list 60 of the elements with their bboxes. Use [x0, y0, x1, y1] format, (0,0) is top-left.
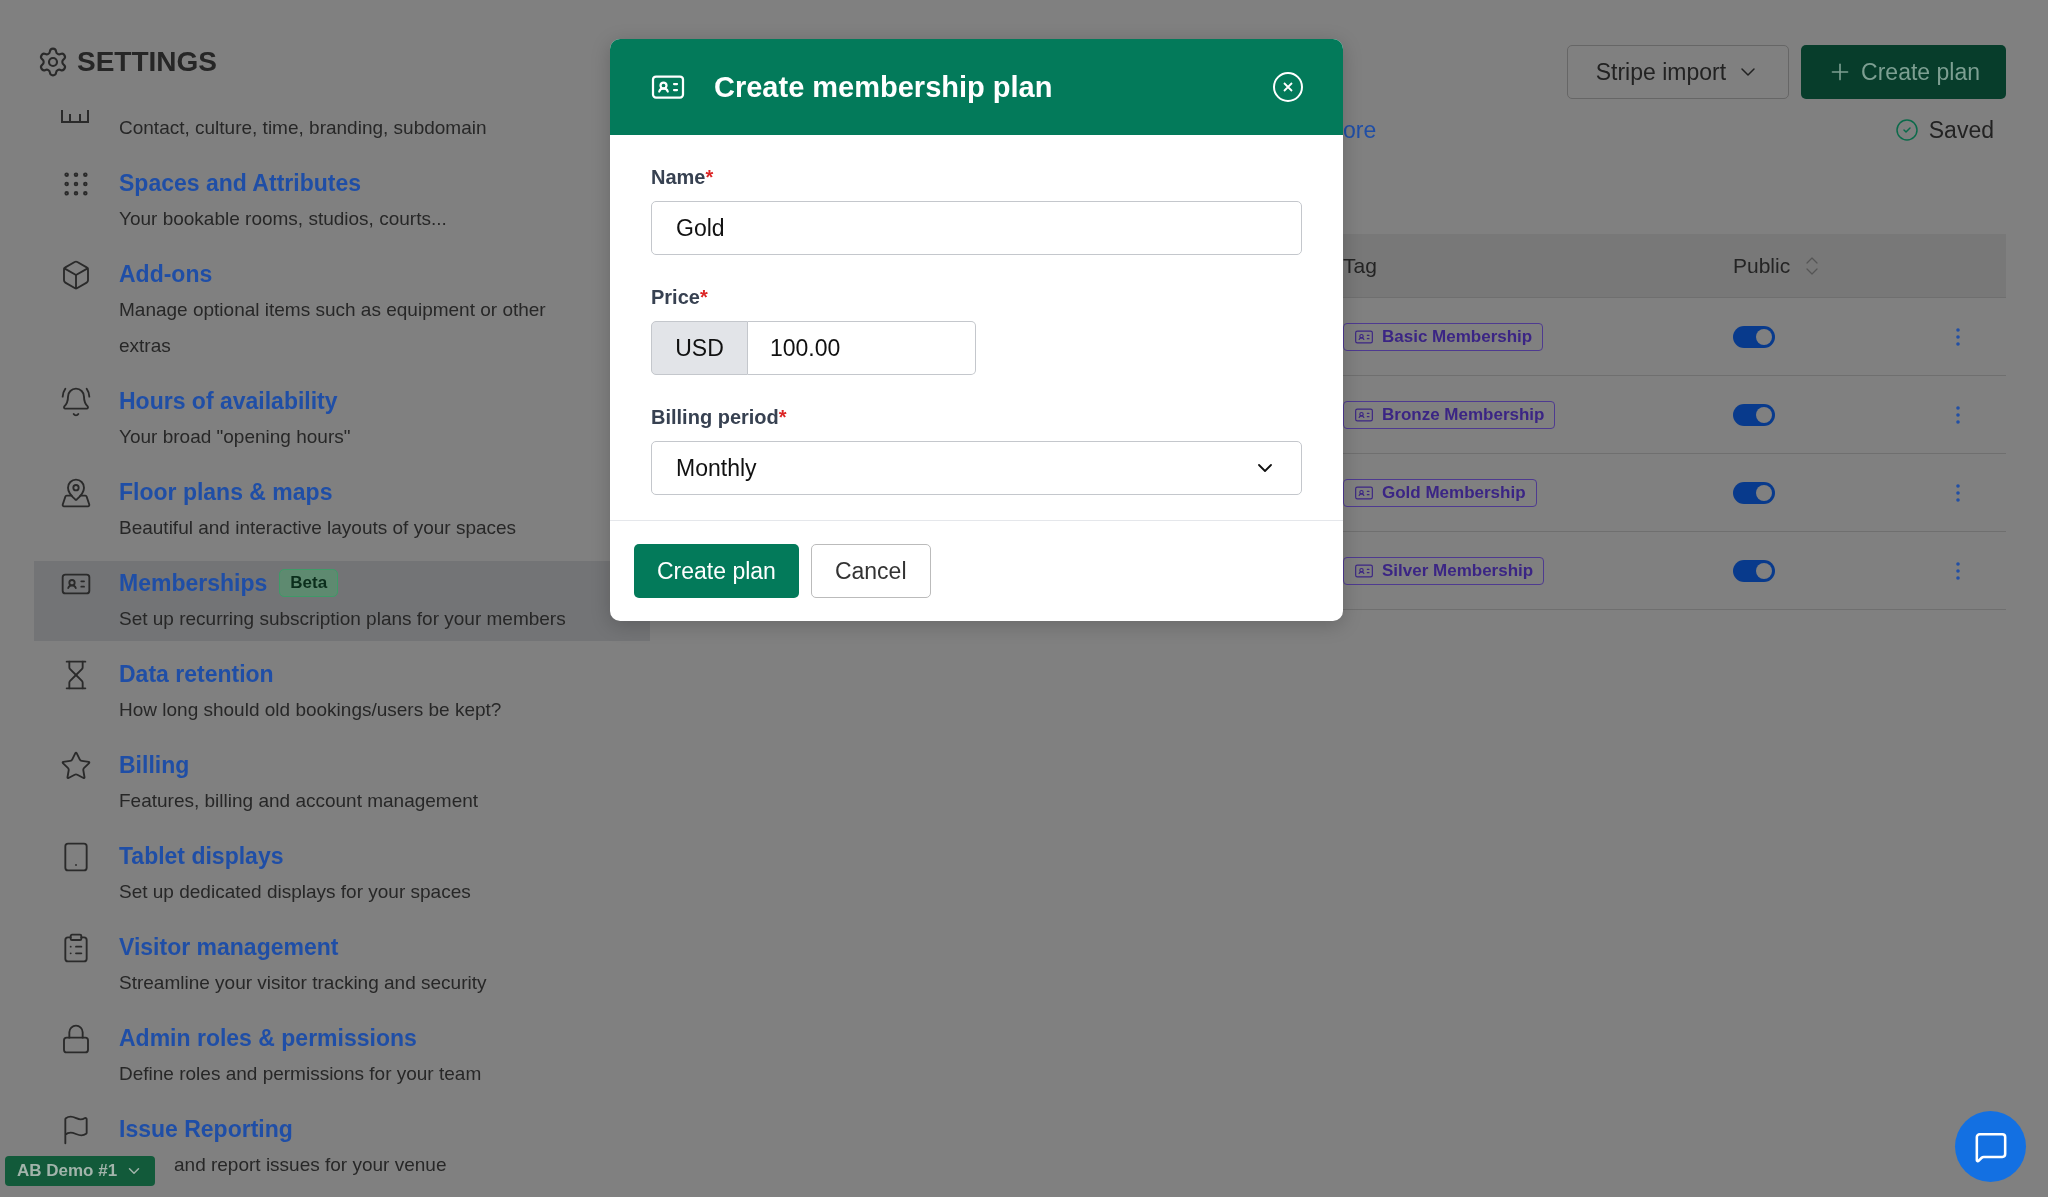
sidebar-item-title[interactable]: Spaces and Attributes: [119, 165, 361, 201]
close-button[interactable]: [1273, 72, 1303, 102]
membership-tag: Basic Membership: [1343, 322, 1544, 351]
page-title: SETTINGS: [77, 45, 217, 79]
check-circle-icon: [1894, 118, 1919, 142]
sidebar-item-description: Your bookable rooms, studios, courts...: [119, 207, 448, 231]
sidebar-item-title[interactable]: Admin roles & permissions: [119, 1020, 417, 1056]
account-switcher[interactable]: AB Demo #1: [5, 1156, 156, 1186]
public-toggle[interactable]: [1733, 325, 1775, 348]
sidebar-item-description: Manage optional items such as equipment or other extras: [119, 298, 547, 358]
field-label: Billing period*: [651, 405, 788, 429]
sidebar-item-description: Beautiful and interactive layouts of your spaces: [119, 516, 518, 540]
sidebar-item-description: Define roles and permissions for your team: [119, 1062, 483, 1086]
billing-period-select[interactable]: Monthly: [651, 441, 1302, 495]
sidebar-item-title[interactable]: Add-ons: [119, 256, 213, 292]
public-toggle[interactable]: [1733, 481, 1775, 504]
public-toggle[interactable]: [1733, 559, 1775, 582]
field-label: Name*: [651, 165, 715, 189]
sidebar-item-description: Your broad "opening hours": [119, 425, 352, 449]
selected-item-background[interactable]: Memberships Beta Set up recurring subscription plans for your members: [34, 561, 650, 641]
sidebar-item-title[interactable]: Billing: [119, 747, 190, 783]
sidebar-item-title[interactable]: Visitor management: [119, 929, 339, 965]
sidebar-item-description: Contact, culture, time, branding, subdomain: [119, 116, 488, 140]
price-field[interactable]: 100.00: [748, 321, 976, 375]
star-icon: [60, 750, 92, 782]
sidebar-item-title[interactable]: Memberships: [119, 565, 268, 601]
membership-tag: Bronze Membership: [1343, 400, 1556, 429]
column-header[interactable]: Public: [1733, 253, 1791, 278]
learn-more-link[interactable]: ore: [1343, 116, 1377, 144]
save-status: Saved: [1928, 116, 1994, 144]
stripe-import-button[interactable]: Stripe import: [1566, 45, 1790, 99]
field-label: Price*: [651, 285, 709, 309]
column-header: Tag: [1343, 253, 1377, 278]
public-toggle[interactable]: [1733, 403, 1775, 426]
settings-icon: [37, 46, 69, 78]
sidebar-item-title[interactable]: Tablet displays: [119, 838, 284, 874]
sidebar-item-title[interactable]: Data retention: [119, 656, 274, 692]
sidebar-item-title[interactable]: Hours of availability: [119, 383, 338, 419]
beta-badge: Beta: [279, 569, 339, 597]
name-field[interactable]: Gold: [651, 201, 1302, 255]
bell-icon: [60, 386, 92, 418]
sidebar-item-description: Set up recurring subscription plans for your members: [119, 607, 567, 631]
cancel-button[interactable]: Cancel: [810, 544, 931, 598]
sidebar-item-description: How long should old bookings/users be kept?: [119, 698, 503, 722]
sidebar-item-description: Streamline your visitor tracking and security: [119, 971, 488, 995]
create-plan-button[interactable]: Create plan: [1801, 45, 2006, 99]
sidebar-item-description: Features, billing and account management: [119, 789, 480, 813]
membership-tag: Gold Membership: [1343, 478, 1537, 507]
currency-label: USD: [651, 321, 748, 375]
membership-tag: Silver Membership: [1343, 556, 1545, 585]
dialog-title: Create membership plan: [714, 70, 1054, 104]
close-icon: [1281, 80, 1295, 94]
map-pin-icon: [60, 477, 92, 509]
cube-icon: [60, 259, 92, 291]
lock-icon: [60, 1023, 92, 1055]
sidebar-item-title[interactable]: Floor plans & maps: [119, 474, 333, 510]
sidebar-item-description: and report issues for your venue: [174, 1153, 448, 1177]
sidebar-item-description: Set up dedicated displays for your spaces: [119, 880, 472, 904]
create-plan-button[interactable]: Create plan: [634, 544, 799, 598]
sidebar-item-title[interactable]: Issue Reporting: [119, 1111, 293, 1147]
